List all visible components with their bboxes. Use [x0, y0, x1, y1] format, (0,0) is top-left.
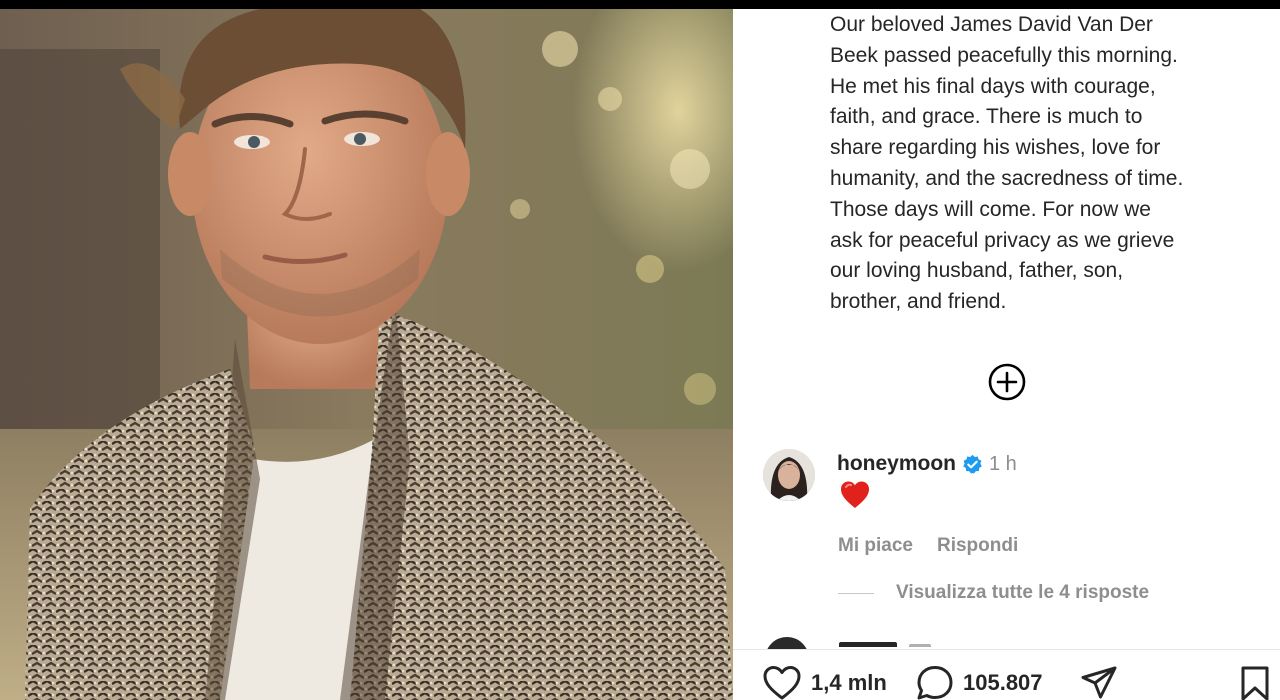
replies-divider — [838, 592, 874, 594]
caption-line: humanity, and the sacredness of time. — [830, 166, 1184, 190]
verified-badge-icon — [962, 454, 983, 475]
share-icon — [1081, 666, 1117, 699]
caption-line: Beek passed peacefully this morning. — [830, 43, 1178, 67]
bookmark-icon — [1241, 666, 1269, 700]
bookmark-button[interactable] — [1238, 664, 1272, 700]
caption-line: brother, and friend. — [830, 290, 1007, 314]
caption-line: He met his final days with courage, — [830, 74, 1156, 98]
load-more-comments-button[interactable] — [987, 362, 1027, 402]
post-actions-bar: 1,4 mln 105.807 — [733, 649, 1280, 700]
post-caption: Our beloved James David Van Der Beek pas… — [830, 10, 1270, 318]
post-side-panel: Our beloved James David Van Der Beek pas… — [733, 9, 1280, 700]
caption-line: Those days will come. For now we — [830, 197, 1151, 221]
comment-actions: Mi piace Rispondi — [838, 535, 1018, 557]
comment-icon — [917, 666, 953, 700]
plus-circle-icon — [988, 363, 1026, 401]
comment: honeymoon 1 h Mi piace Rispondi — [763, 449, 1263, 599]
share-button[interactable] — [1079, 664, 1119, 700]
comment-timestamp: 1 h — [989, 452, 1017, 475]
heart-icon — [763, 666, 801, 700]
comment-header: honeymoon 1 h — [837, 452, 1017, 476]
likes-count: 1,4 mln — [811, 670, 887, 695]
caption-line: Our beloved James David Van Der — [830, 13, 1153, 36]
avatar[interactable] — [763, 449, 815, 501]
view-replies-label: Visualizza tutte le 4 risposte — [896, 582, 1150, 603]
like-button[interactable]: 1,4 mln — [761, 664, 887, 700]
caption-line: share regarding his wishes, love for — [830, 136, 1161, 160]
comments-count: 105.807 — [963, 670, 1043, 695]
comment-like-button[interactable]: Mi piace — [838, 535, 913, 557]
comment-username[interactable]: honeymoon — [837, 452, 956, 476]
comment-button[interactable]: 105.807 — [915, 664, 1043, 700]
post-photo — [0, 9, 733, 700]
caption-line: our loving husband, father, son, — [830, 259, 1124, 283]
caption-line: ask for peaceful privacy as we grieve — [830, 228, 1175, 252]
red-heart-emoji — [839, 479, 871, 511]
comment-reply-button[interactable]: Rispondi — [937, 535, 1018, 557]
top-bar — [0, 0, 1280, 9]
view-replies-link[interactable]: Visualizza tutte le 4 risposte — [838, 582, 1149, 604]
next-comment-preview — [839, 637, 939, 647]
caption-line: faith, and grace. There is much to — [830, 105, 1143, 129]
